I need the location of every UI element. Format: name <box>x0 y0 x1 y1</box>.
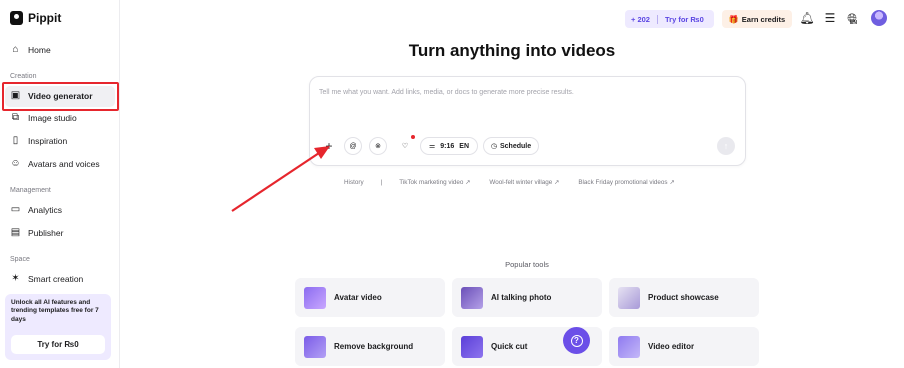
lightbulb-icon: ♡ <box>401 143 409 150</box>
tool-remove-background[interactable]: Remove background <box>295 327 445 366</box>
sidebar-item-label: Smart creation <box>28 274 84 284</box>
talking-photo-thumbnail <box>461 286 483 309</box>
brand-name: Pippit <box>28 11 62 25</box>
suggestion-chip[interactable]: TikTok marketing video ↗ <box>399 179 470 186</box>
tool-label: Avatar video <box>334 293 382 302</box>
credits-count: + 202 <box>631 14 650 24</box>
model-icon[interactable]: ⊗ <box>369 137 387 155</box>
sidebar-item-label: Publisher <box>28 228 64 238</box>
tool-product-showcase[interactable]: Product showcase <box>609 278 759 317</box>
gift-icon: 🎁 <box>728 14 739 24</box>
add-button[interactable]: + <box>320 137 338 155</box>
language-value: EN <box>459 142 470 150</box>
sidebar-item-smart-creation[interactable]: ✶ Smart creation <box>10 271 83 287</box>
help-icon: ? <box>570 334 583 347</box>
earn-credits-button[interactable]: 🎁 Earn credits <box>722 10 792 28</box>
clock-icon: ◷ <box>490 143 497 150</box>
promo-text: Unlock all AI features and trending temp… <box>11 299 99 323</box>
sidebar-item-label: Analytics <box>28 205 63 215</box>
sidebar-item-image-studio[interactable]: ⧉ Image studio <box>10 110 77 126</box>
pippit-logo-icon <box>10 11 23 25</box>
tool-label: Remove background <box>334 342 414 351</box>
schedule-label: Schedule <box>499 142 532 150</box>
sidebar-item-label: Avatars and voices <box>28 159 100 169</box>
analytics-icon: ▭ <box>10 204 21 215</box>
settings-button[interactable]: ⚌ 9:16 EN <box>420 137 478 155</box>
credits-badge[interactable]: + 202 Try for ₨0 <box>625 10 714 28</box>
smart-creation-icon: ✶ <box>11 273 20 284</box>
schedule-button[interactable]: ◷ Schedule <box>483 137 539 155</box>
sidebar-item-avatars-voices[interactable]: ☺ Avatars and voices <box>10 156 100 172</box>
sidebar-item-label: Image studio <box>28 113 77 123</box>
app: Pippit ⌂ Home Creation ▣ Video generator… <box>0 0 904 368</box>
mention-icon[interactable]: @ <box>344 137 362 155</box>
divider <box>656 14 658 24</box>
notification-dot <box>411 135 415 139</box>
quick-cut-thumbnail <box>461 335 483 358</box>
suggestion-chip[interactable]: Wool-felt winter village ↗ <box>489 179 559 186</box>
section-label-creation: Creation <box>10 73 37 80</box>
avatar[interactable] <box>871 10 887 26</box>
sidebar-item-analytics[interactable]: ▭ Analytics <box>10 202 62 218</box>
inspiration-icon: ▯ <box>12 135 19 146</box>
try-link[interactable]: Try for ₨0 <box>665 15 704 24</box>
publisher-icon: ▤ <box>10 227 21 238</box>
sidebar-item-inspiration[interactable]: ▯ Inspiration <box>10 133 67 149</box>
idea-button[interactable]: ♡ <box>396 135 415 155</box>
popular-tools-title: Popular tools <box>505 260 549 269</box>
avatars-icon: ☺ <box>10 158 21 169</box>
avatar-video-thumbnail <box>304 286 326 309</box>
tool-video-editor[interactable]: Video editor <box>609 327 759 366</box>
section-label-management: Management <box>10 187 51 194</box>
sidebar-item-publisher[interactable]: ▤ Publisher <box>10 225 64 241</box>
prompt-placeholder: Tell me what you want. Add links, media,… <box>319 89 574 96</box>
sidebar-item-label: Inspiration <box>28 136 68 146</box>
language-code: EN <box>850 20 857 26</box>
help-button[interactable]: ? <box>563 327 590 354</box>
history-link[interactable]: History <box>344 179 364 186</box>
page-title: Turn anything into videos <box>408 41 616 60</box>
sliders-icon: ⚌ <box>428 143 436 150</box>
suggestion-chip[interactable]: Black Friday promotional videos ↗ <box>578 179 674 186</box>
highlight-box <box>2 82 119 111</box>
prompt-input[interactable]: Tell me what you want. Add links, media,… <box>309 76 746 166</box>
video-editor-thumbnail <box>618 335 640 358</box>
menu-icon[interactable]: ☰ <box>823 11 837 25</box>
separator: | <box>380 179 383 186</box>
remove-background-thumbnail <box>304 335 326 358</box>
tool-avatar-video[interactable]: Avatar video <box>295 278 445 317</box>
earn-credits-label: Earn credits <box>741 14 786 24</box>
tool-label: Product showcase <box>648 293 719 302</box>
bell-icon[interactable]: 🔔︎ <box>799 11 814 25</box>
product-showcase-thumbnail <box>618 286 640 309</box>
try-free-button[interactable]: Try for ₨0 <box>11 335 105 354</box>
suggestions-row: History | TikTok marketing video ↗ Wool-… <box>344 179 675 186</box>
ratio-value: 9:16 <box>440 142 455 150</box>
brand-logo[interactable]: Pippit <box>10 11 61 25</box>
tool-label: Video editor <box>648 342 695 351</box>
promo-card: Unlock all AI features and trending temp… <box>5 294 111 360</box>
image-studio-icon: ⧉ <box>11 112 20 123</box>
tool-label: Quick cut <box>491 342 528 351</box>
tool-ai-talking-photo[interactable]: AI talking photo <box>452 278 602 317</box>
send-button[interactable]: ↑ <box>717 137 735 155</box>
tool-label: AI talking photo <box>491 293 552 302</box>
